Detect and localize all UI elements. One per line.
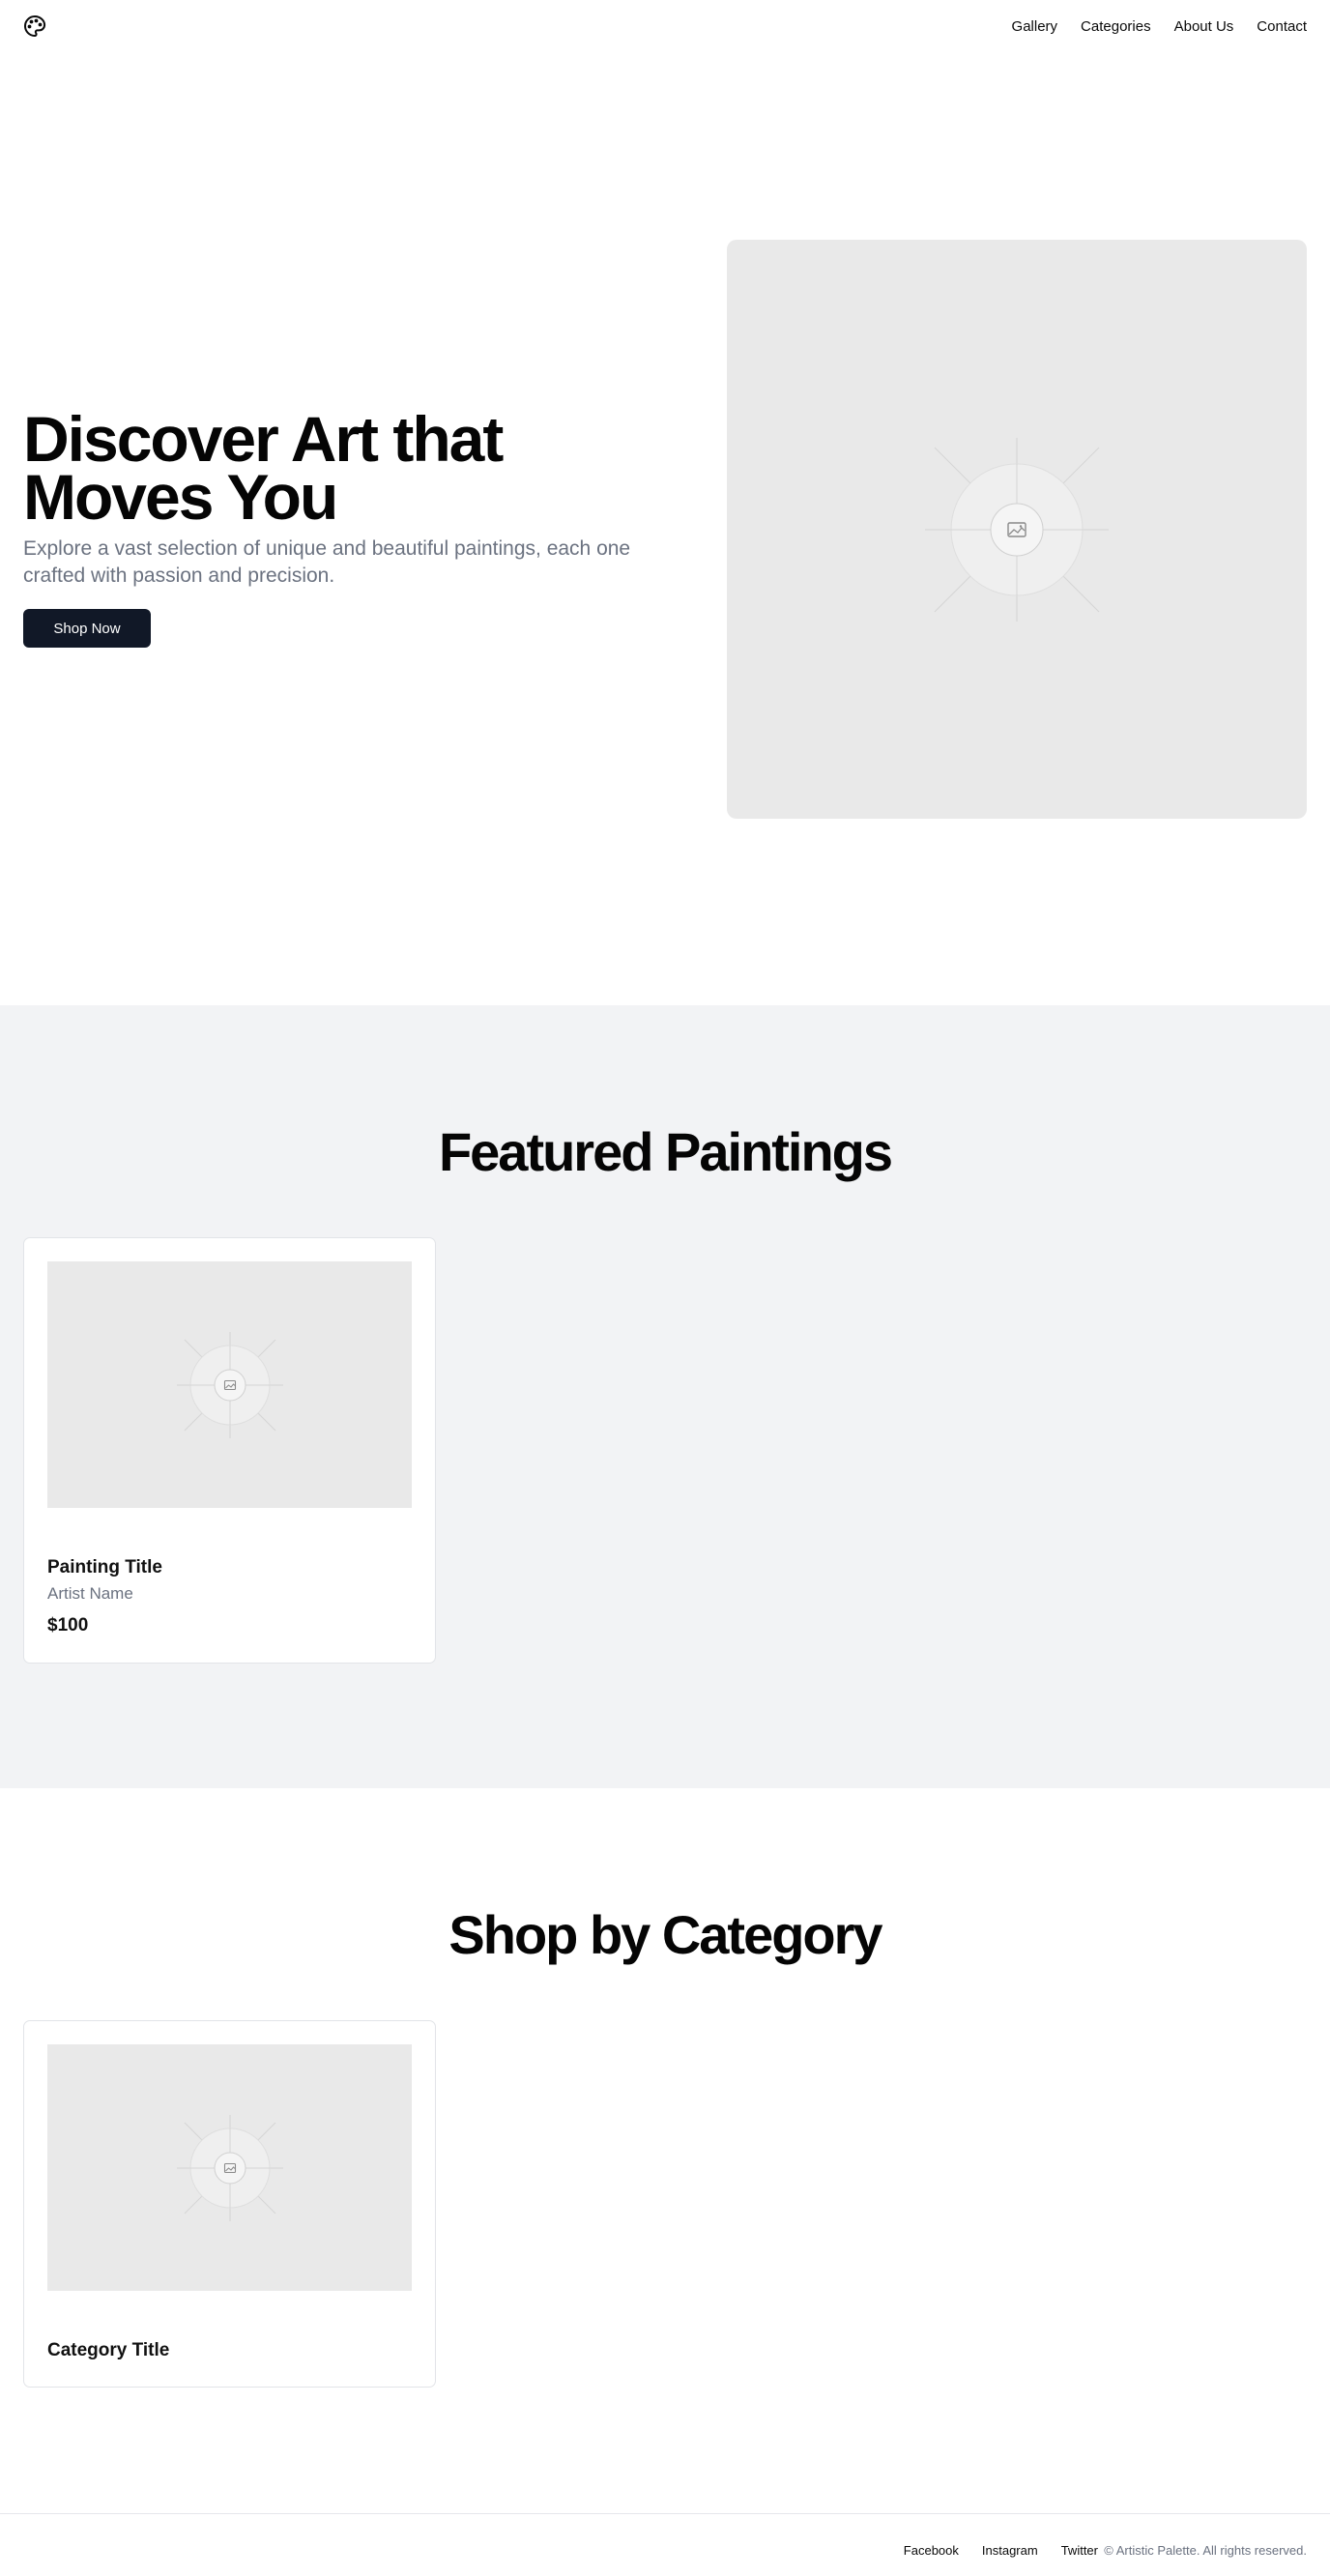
nav-about-us[interactable]: About Us	[1174, 17, 1234, 37]
categories-section: Shop by Category Category Title	[0, 1788, 1330, 2513]
category-image	[47, 2044, 412, 2291]
palette-icon[interactable]	[23, 14, 46, 38]
site-header: Gallery Categories About Us Contact	[0, 0, 1330, 54]
category-card[interactable]: Category Title	[23, 2020, 436, 2388]
nav-gallery[interactable]: Gallery	[1012, 17, 1058, 37]
painting-image	[47, 1261, 412, 1508]
footer-link-facebook[interactable]: Facebook	[904, 2543, 959, 2558]
copyright-text: © Artistic Palette. All rights reserved.	[1104, 2543, 1307, 2558]
social-links: Facebook Instagram Twitter	[904, 2543, 1098, 2558]
categories-title: Shop by Category	[448, 1904, 882, 1965]
artist-name: Artist Name	[47, 1584, 133, 1603]
painting-price: $100	[47, 1615, 89, 1635]
featured-title: Featured Paintings	[438, 1121, 893, 1182]
footer-link-instagram[interactable]: Instagram	[982, 2543, 1038, 2558]
footer-link-twitter[interactable]: Twitter	[1061, 2543, 1098, 2558]
painting-card[interactable]: Painting Title Artist Name $100	[23, 1237, 436, 1664]
featured-section: Featured Paintings Painting Title Artist…	[0, 1005, 1330, 1788]
shop-now-button[interactable]: Shop Now	[23, 609, 151, 648]
nav-contact[interactable]: Contact	[1257, 17, 1307, 37]
image-placeholder-icon	[176, 2114, 283, 2221]
hero-subtitle: Explore a vast selection of unique and b…	[23, 537, 631, 587]
nav-categories[interactable]: Categories	[1081, 17, 1151, 37]
image-placeholder-icon	[176, 1331, 283, 1438]
image-placeholder-icon	[925, 437, 1109, 622]
hero-title: Discover Art that Moves You	[23, 403, 504, 533]
main-nav: Gallery Categories About Us Contact	[1012, 17, 1307, 37]
site-footer: Facebook Instagram Twitter © Artistic Pa…	[0, 2513, 1330, 2576]
hero-image	[727, 240, 1307, 819]
hero-text: Discover Art that Moves You Explore a va…	[23, 403, 680, 648]
painting-title: Painting Title	[47, 1557, 162, 1577]
category-title: Category Title	[47, 2340, 170, 2360]
